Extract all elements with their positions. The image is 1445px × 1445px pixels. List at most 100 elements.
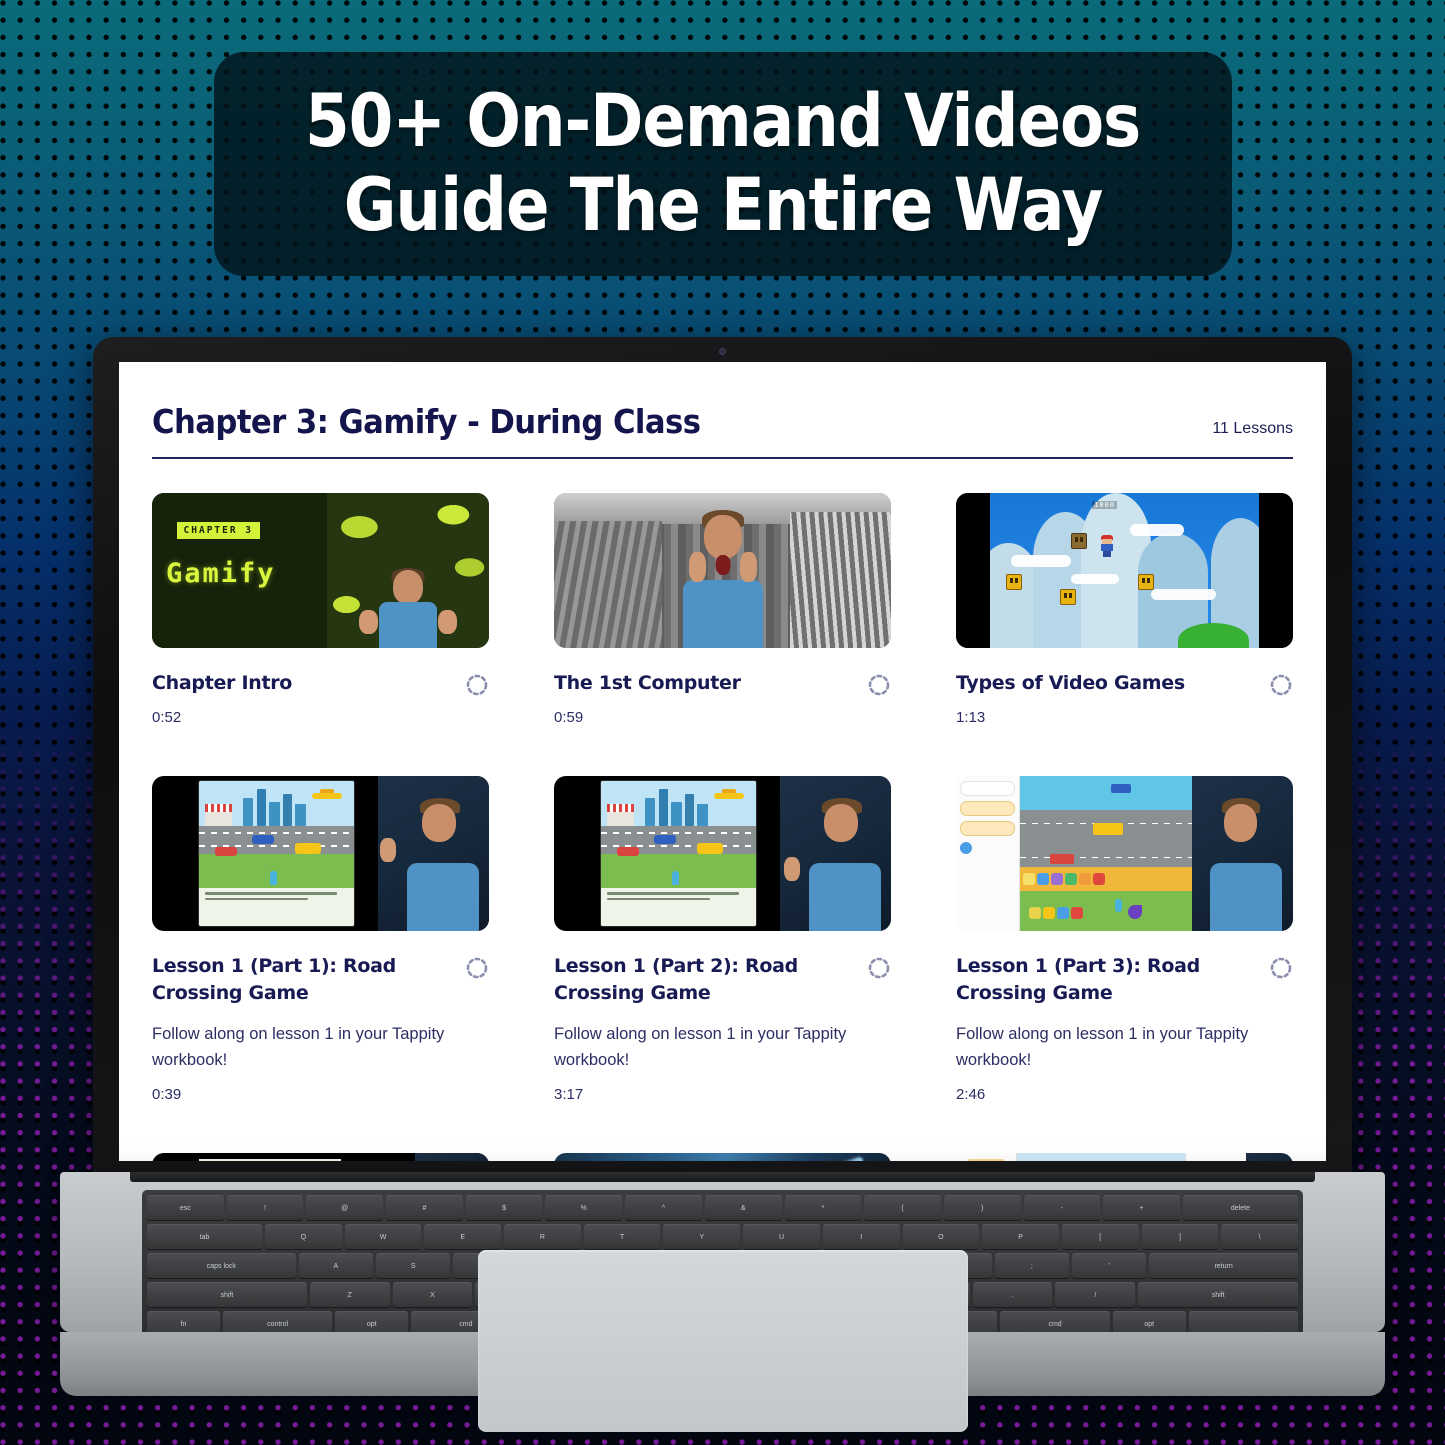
lesson-title: Lesson 1 (Part 1): Road Crossing Game [152,955,396,1004]
editor-palette [956,1153,1017,1161]
lesson-card[interactable]: Lesson 1 (Part 2): Road Crossing Game Fo… [554,776,891,1103]
key[interactable]: \ [1221,1224,1298,1250]
key-caps-lock[interactable]: caps lock [147,1253,296,1279]
key[interactable]: X [392,1282,473,1308]
lesson-duration: 1:13 [956,709,986,726]
key[interactable]: E [424,1224,502,1250]
scene-glow [817,1156,865,1161]
key-return[interactable]: return [1149,1253,1298,1279]
host-head [422,803,457,842]
key[interactable]: [ [1061,1224,1139,1250]
lesson-thumbnail[interactable]: CHAPTER 3 Gamify [152,493,489,648]
lesson-thumbnail-partial[interactable] [554,1153,891,1161]
dashed-circle-progress-icon[interactable] [1269,673,1293,697]
key[interactable]: Y [663,1224,741,1250]
key[interactable]: ( [864,1195,941,1221]
stage-car-blue [1110,783,1131,793]
lesson-grid-row-1: CHAPTER 3 Gamify Chapter Intro 0:52 The … [119,493,1326,726]
tablet-screen [601,780,757,927]
key[interactable]: Z [309,1282,390,1308]
key[interactable]: @ [306,1195,384,1221]
canvas-bus-yellow [295,843,322,855]
host-body [808,862,881,931]
lesson-card[interactable]: Lesson 1 (Part 1): Road Crossing Game Fo… [152,776,489,1103]
key[interactable]: ^ [625,1195,702,1221]
dashed-circle-progress-icon[interactable] [867,673,891,697]
key[interactable]: / [1055,1282,1136,1308]
key[interactable]: ! [226,1195,304,1221]
canvas-car-red [214,847,237,857]
canvas-plane [713,789,744,803]
lesson-thumbnail-partial[interactable] [152,1153,489,1161]
lesson-thumbnail[interactable] [554,493,891,648]
key[interactable]: U [743,1224,820,1250]
host-hand-left [359,610,379,634]
host-hand-left [688,551,706,582]
game-brick-block [1070,533,1087,550]
key[interactable]: . [972,1282,1053,1308]
lesson-thumbnail[interactable]: GAME OVER [956,776,1293,931]
lesson-thumbnail[interactable] [554,776,891,931]
key-shift-left[interactable]: shift [147,1282,307,1308]
key[interactable]: T [583,1224,661,1250]
lesson-thumbnail-partial[interactable] [956,1153,1293,1161]
key-shift-right[interactable]: shift [1138,1282,1299,1308]
key[interactable]: ) [943,1195,1021,1221]
key-tab[interactable]: tab [147,1224,263,1250]
key[interactable]: W [344,1224,422,1250]
game-cloud [1129,524,1184,537]
code-chip [1079,873,1092,886]
key[interactable]: P [982,1224,1059,1250]
host-video-panel [1245,1153,1293,1161]
key[interactable]: Q [265,1224,342,1250]
host-video-panel [779,776,891,931]
thumbnail-computer-right [789,511,891,648]
dashed-circle-progress-icon[interactable] [465,956,489,980]
lesson-card[interactable]: The 1st Computer 0:59 [554,493,891,726]
canvas-building [242,797,254,826]
key[interactable]: & [704,1195,782,1221]
dashed-circle-progress-icon[interactable] [465,673,489,697]
game-canvas [601,780,757,889]
laptop-trackpad[interactable] [477,1250,968,1432]
palette-item [960,801,1016,816]
code-chip [1070,906,1083,919]
key[interactable]: A [298,1253,373,1279]
game-bush [1178,623,1249,648]
lesson-card[interactable]: GAME OVER [956,776,1293,1103]
key[interactable]: ; [994,1253,1069,1279]
key[interactable]: # [386,1195,463,1221]
key[interactable]: % [545,1195,623,1221]
lesson-card-header: Types of Video Games [956,670,1293,697]
cursor-hand-icon [1127,904,1142,919]
key[interactable]: S [376,1253,451,1279]
key[interactable]: ' [1071,1253,1147,1279]
key[interactable]: ] [1141,1224,1219,1250]
lesson-card[interactable]: CHAPTER 3 Gamify Chapter Intro 0:52 [152,493,489,726]
lesson-thumbnail[interactable] [152,776,489,931]
key[interactable]: + [1103,1195,1180,1221]
stage-car-red [1050,853,1075,864]
key-delete[interactable]: delete [1182,1195,1298,1221]
thumbnail-host-panel [327,493,489,648]
key[interactable]: $ [465,1195,543,1221]
dashed-circle-progress-icon[interactable] [1269,956,1293,980]
lesson-description: Follow along on lesson 1 in your Tappity… [554,1025,847,1069]
key[interactable]: esc [147,1195,224,1221]
key[interactable]: R [504,1224,581,1250]
key[interactable]: I [822,1224,900,1250]
key[interactable]: - [1023,1195,1101,1221]
lesson-thumbnail[interactable]: 1000 [956,493,1293,648]
lesson-title: The 1st Computer [554,672,741,694]
editor-palette [956,776,1021,931]
host-hand-right [739,551,757,582]
host-hand-right [438,610,458,634]
canvas-car-blue [251,834,274,844]
code-chip [1042,906,1055,919]
key[interactable]: * [784,1195,862,1221]
game-question-block [1137,573,1154,590]
dashed-circle-progress-icon[interactable] [867,956,891,980]
lesson-card[interactable]: 1000 Types of Video Games 1:13 [956,493,1293,726]
key[interactable]: O [902,1224,980,1250]
game-score: 1000 [1092,500,1117,509]
